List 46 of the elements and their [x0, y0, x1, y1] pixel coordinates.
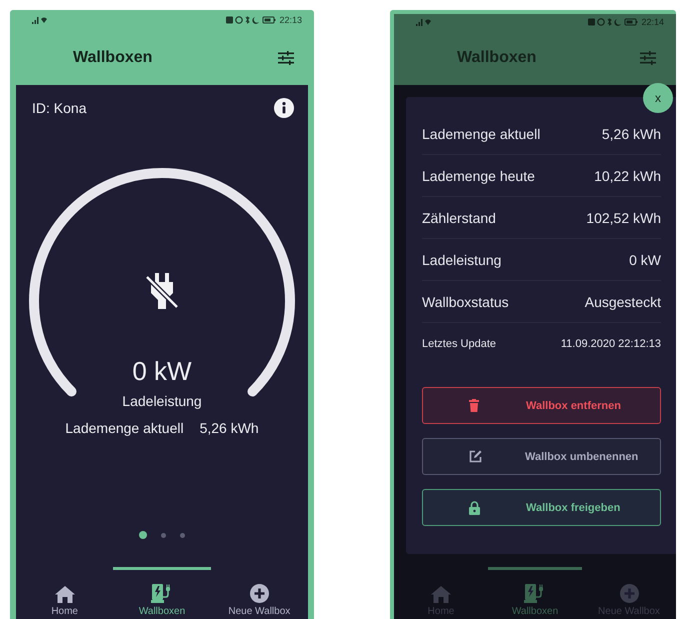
- energy-label: Lademenge aktuell: [65, 420, 184, 436]
- close-button[interactable]: x: [643, 83, 673, 113]
- lock-icon: [469, 500, 480, 514]
- detail-value: 11.09.2020 22:12:13: [560, 338, 661, 350]
- detail-value: Ausgesteckt: [584, 294, 661, 310]
- nav-tab[interactable]: Neue Wallbox: [210, 567, 308, 619]
- signal-wifi-icon: [416, 18, 432, 26]
- info-icon[interactable]: [274, 98, 294, 118]
- page-dot[interactable]: [161, 532, 166, 538]
- action-button[interactable]: Wallbox umbenennen: [422, 438, 661, 475]
- page-dot[interactable]: [180, 532, 185, 538]
- trash-icon: [469, 399, 479, 412]
- detail-value: 0 kW: [629, 252, 661, 268]
- status-time: 22:14: [641, 17, 664, 27]
- page-dot[interactable]: [139, 531, 147, 539]
- status-time: 22:13: [279, 15, 302, 25]
- power-value: 0 kW: [132, 356, 192, 387]
- filter-icon[interactable]: [278, 50, 294, 64]
- nav-tab[interactable]: Wallboxen: [113, 567, 211, 619]
- status-icons: [226, 16, 276, 24]
- power-label: Ladeleistung: [122, 393, 202, 409]
- plus-circle-icon: [250, 584, 269, 603]
- detail-value: 10,22 kWh: [594, 168, 661, 184]
- detail-value: 102,52 kWh: [586, 210, 661, 226]
- energy-value: 5,26 kWh: [200, 420, 259, 436]
- screen-title: Wallboxen: [73, 48, 154, 66]
- nav-tab[interactable]: Home: [16, 567, 114, 619]
- action-button[interactable]: Wallbox freigeben: [422, 489, 661, 526]
- charging-station-icon: [150, 584, 173, 603]
- detail-label: Letztes Update: [422, 338, 496, 350]
- home-icon: [431, 586, 451, 603]
- screen-title: Wallboxen: [457, 48, 538, 66]
- status-icons: [588, 18, 638, 26]
- charging-station-icon: [524, 584, 546, 603]
- action-button[interactable]: Wallbox entfernen: [422, 387, 661, 424]
- edit-icon: [469, 450, 482, 463]
- detail-label: Lademenge aktuell: [422, 126, 540, 142]
- detail-label: Ladeleistung: [422, 252, 502, 268]
- wallbox-id: ID: Kona: [32, 100, 86, 116]
- detail-label: Lademenge heute: [422, 168, 535, 184]
- signal-wifi-icon: [32, 16, 48, 24]
- detail-label: Zählerstand: [422, 210, 496, 226]
- home-icon: [54, 586, 75, 603]
- detail-label: Wallboxstatus: [422, 294, 509, 310]
- plus-circle-icon: [620, 584, 638, 603]
- detail-value: 5,26 kWh: [602, 126, 661, 142]
